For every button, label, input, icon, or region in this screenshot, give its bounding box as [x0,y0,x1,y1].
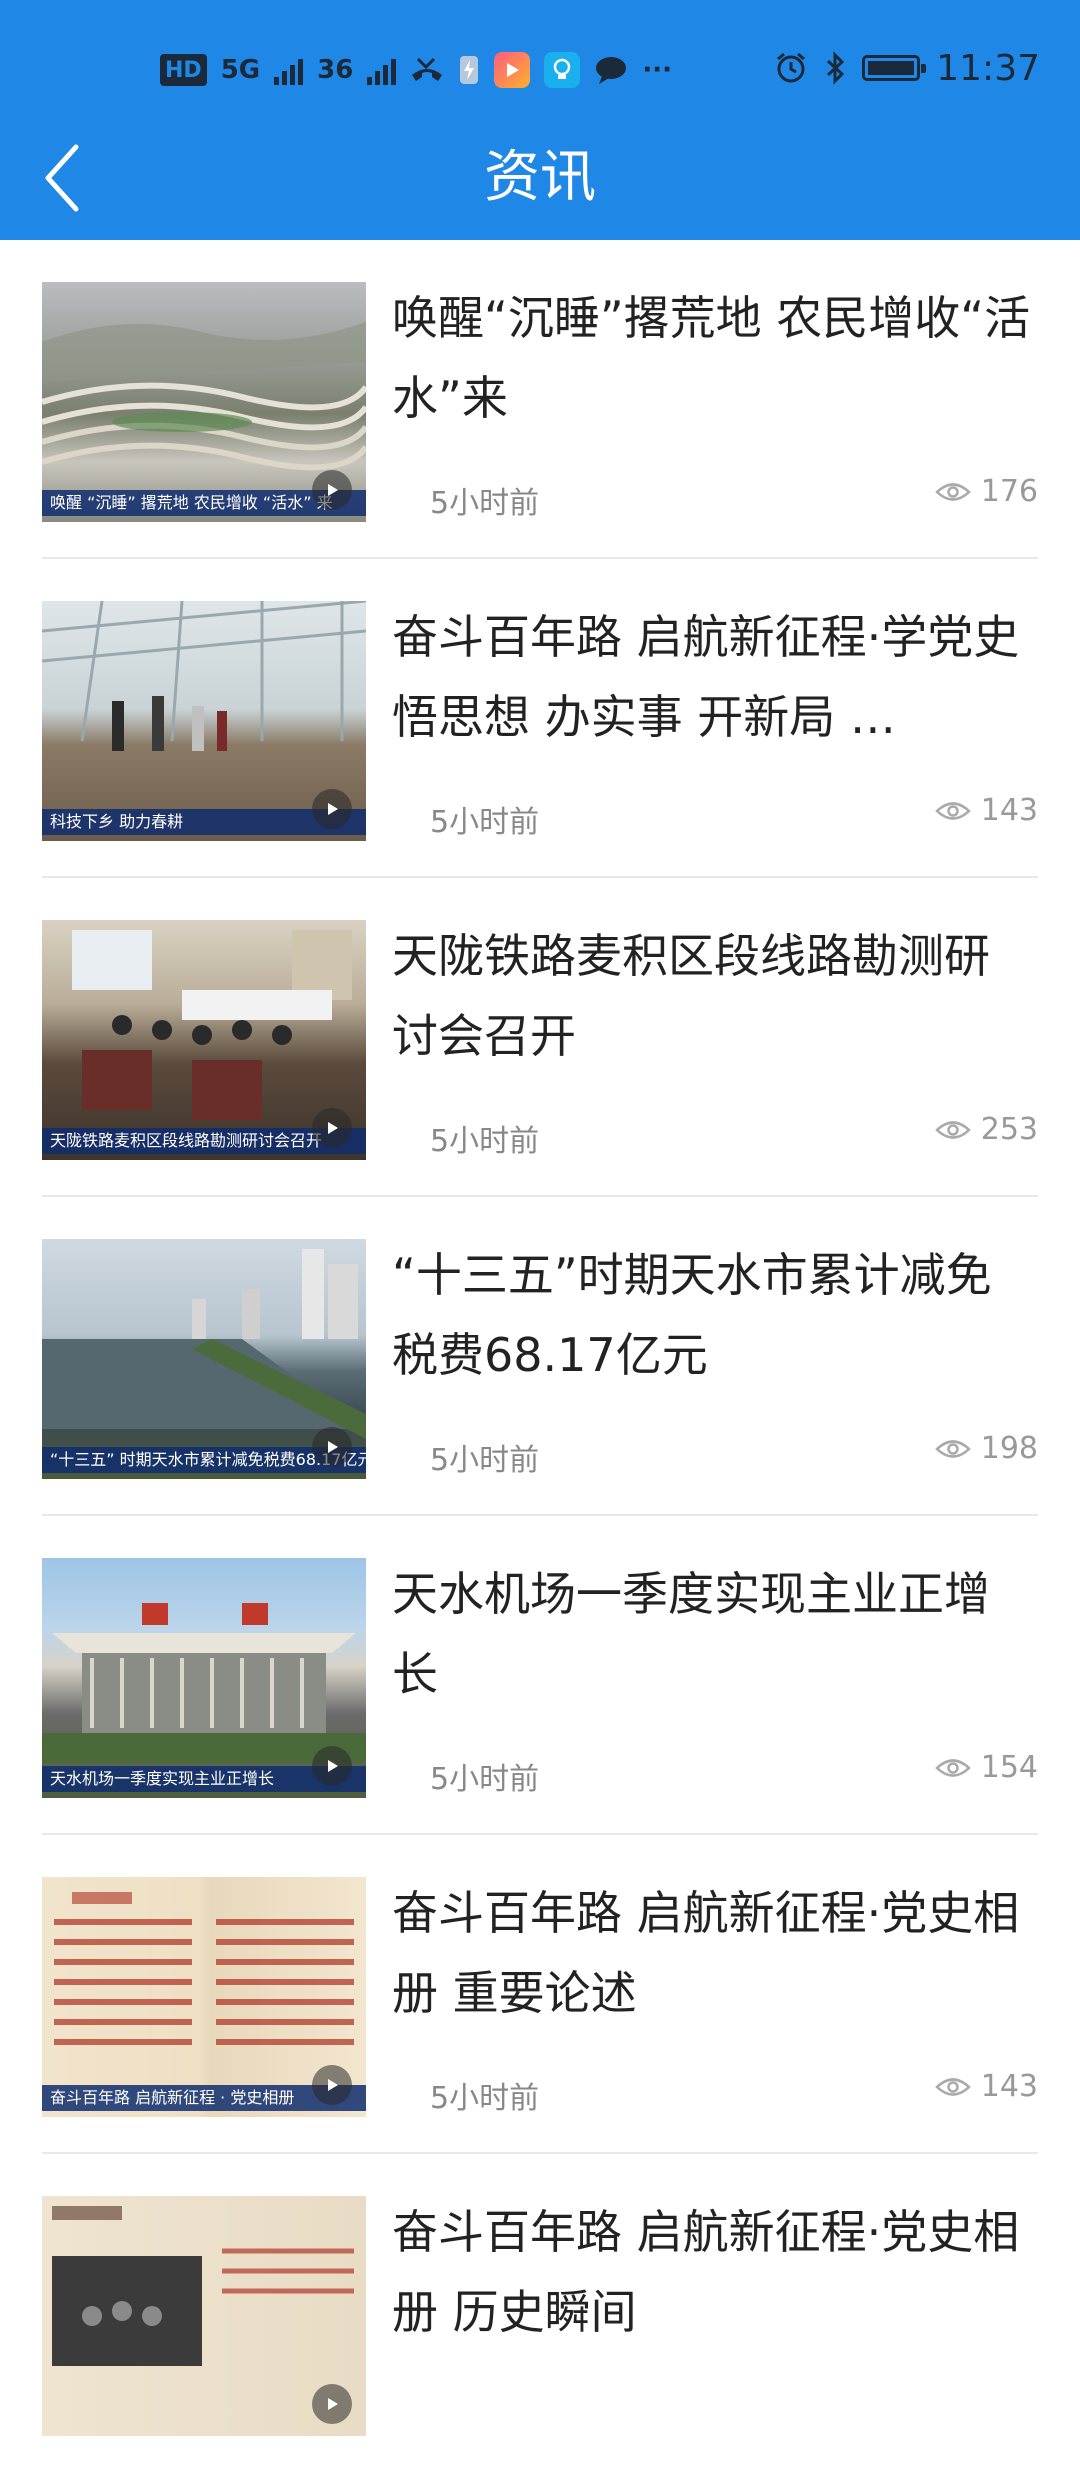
news-thumbnail[interactable]: 奋斗百年路 启航新征程 · 党史相册 [42,1877,366,2117]
chat-icon [596,57,627,84]
news-thumbnail[interactable]: 天水机场一季度实现主业正增长 [42,1558,366,1798]
view-count: 143 [934,2069,1038,2104]
news-list: 唤醒 “沉睡” 撂荒地 农民增收 “活水” 来 唤醒“沉睡”撂荒地 农民增收“活… [0,240,1080,2473]
bluetooth-icon [827,51,845,85]
bulb-app-icon [544,52,581,88]
status-right-icons: 11:37 [774,44,1040,92]
app-header: HD 5G 36 ··· 11:37 资讯 [0,0,1080,240]
news-item[interactable]: “十三五” 时期天水市累计减免税费68.17亿元 “十三五”时期天水市累计减免税… [42,1197,1038,1516]
eye-icon [934,482,971,501]
news-thumbnail[interactable]: 科技下乡 助力春耕 [42,601,366,841]
news-item[interactable]: 唤醒 “沉睡” 撂荒地 农民增收 “活水” 来 唤醒“沉睡”撂荒地 农民增收“活… [42,240,1038,559]
view-count: 154 [934,1750,1038,1785]
view-count: 198 [934,1431,1038,1466]
news-title[interactable]: 天水机场一季度实现主业正增长 [392,1554,1032,1714]
news-title[interactable]: 奋斗百年路 启航新征程·党史相册 历史瞬间 [392,2192,1032,2352]
video-app-icon [494,52,531,88]
news-time: 5小时前 [430,805,540,840]
view-count-value: 176 [980,474,1038,509]
news-title[interactable]: 唤醒“沉睡”撂荒地 农民增收“活水”来 [392,278,1032,438]
view-count-value: 198 [980,1431,1038,1466]
view-count: 176 [934,474,1038,509]
play-icon[interactable] [312,1746,352,1786]
view-count: 143 [934,793,1038,828]
eye-icon [934,1439,971,1458]
eye-icon [934,801,971,820]
news-time: 5小时前 [430,1762,540,1797]
news-time: 5小时前 [430,486,540,521]
status-left-icons: HD 5G 36 ··· [160,48,672,92]
5g-label: 5G [220,55,261,85]
hd-icon: HD [160,54,207,86]
news-item[interactable]: 奋斗百年路 启航新征程·党史相册 历史瞬间 [42,2154,1038,2473]
news-thumbnail[interactable]: 天陇铁路麦积区段线路勘测研讨会召开 [42,920,366,1160]
news-thumbnail[interactable]: 唤醒 “沉睡” 撂荒地 农民增收 “活水” 来 [42,282,366,522]
battery-icon [862,55,927,81]
view-count-value: 143 [980,2069,1038,2104]
news-title[interactable]: 天陇铁路麦积区段线路勘测研讨会召开 [392,916,1032,1076]
eye-icon [934,1120,971,1139]
eye-icon [934,1758,971,1777]
alarm-icon [777,52,806,83]
more-dots-icon: ··· [642,55,672,85]
news-time: 5小时前 [430,2081,540,2116]
news-item[interactable]: 奋斗百年路 启航新征程 · 党史相册 奋斗百年路 启航新征程·党史相册 重要论述… [42,1835,1038,2154]
news-thumbnail[interactable]: “十三五” 时期天水市累计减免税费68.17亿元 [42,1239,366,1479]
news-time: 5小时前 [430,1443,540,1478]
play-icon[interactable] [312,2065,352,2105]
news-item[interactable]: 科技下乡 助力春耕 奋斗百年路 启航新征程·学党史 悟思想 办实事 开新局 … … [42,559,1038,878]
missed-call-icon [412,57,443,81]
play-icon[interactable] [312,789,352,829]
news-thumbnail[interactable] [42,2196,366,2436]
news-title[interactable]: 奋斗百年路 启航新征程·党史相册 重要论述 [392,1873,1032,2033]
view-count-value: 154 [980,1750,1038,1785]
news-item[interactable]: 天陇铁路麦积区段线路勘测研讨会召开 天陇铁路麦积区段线路勘测研讨会召开 5小时前… [42,878,1038,1197]
play-icon[interactable] [312,1108,352,1148]
clock: 11:37 [936,47,1040,89]
3g-label: 36 [317,55,354,85]
3g-signal-icon [367,55,397,85]
news-title[interactable]: “十三五”时期天水市累计减免税费68.17亿元 [392,1235,1032,1395]
view-count-value: 253 [980,1112,1038,1147]
view-count: 253 [934,1112,1038,1147]
play-icon[interactable] [312,470,352,510]
view-count-value: 143 [980,793,1038,828]
news-item[interactable]: 天水机场一季度实现主业正增长 天水机场一季度实现主业正增长 5小时前 154 [42,1516,1038,1835]
eye-icon [934,2077,971,2096]
charging-icon [460,56,479,84]
news-title[interactable]: 奋斗百年路 启航新征程·学党史 悟思想 办实事 开新局 … [392,597,1032,757]
status-bar: HD 5G 36 ··· 11:37 [0,0,1080,136]
play-icon[interactable] [312,2384,352,2424]
page-title: 资讯 [484,145,596,210]
5g-signal-icon [274,55,304,85]
play-icon[interactable] [312,1427,352,1467]
news-time: 5小时前 [430,1124,540,1159]
